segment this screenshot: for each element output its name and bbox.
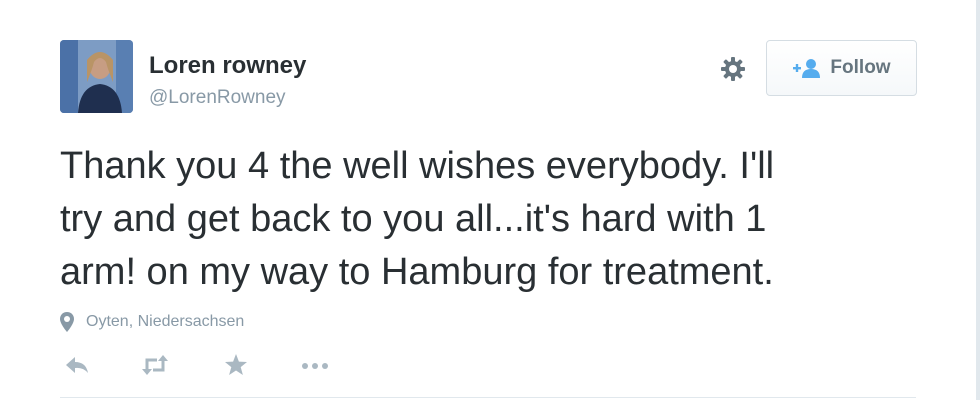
retweet-icon[interactable] xyxy=(140,350,170,380)
location-text: Oyten, Niedersachsen xyxy=(86,313,245,330)
user-handle[interactable]: @LorenRowney xyxy=(149,86,286,110)
follow-label: Follow xyxy=(830,57,891,78)
gear-icon[interactable] xyxy=(718,54,748,84)
add-user-icon xyxy=(793,59,821,78)
tweet-location[interactable]: Oyten, Niedersachsen xyxy=(60,312,244,332)
reply-icon[interactable] xyxy=(64,350,90,380)
map-pin-icon xyxy=(60,312,74,332)
tweet-text-line: arm! on my way to Hamburg for treatment. xyxy=(60,251,774,293)
tweet-card: Loren rowney @LorenRowney Follow Thank y… xyxy=(0,0,976,400)
scrollbar-edge xyxy=(976,0,980,400)
star-icon[interactable] xyxy=(224,350,248,380)
tweet-text-line: try and get back to you all...it's hard … xyxy=(60,198,767,240)
divider xyxy=(60,397,916,398)
more-dots-icon[interactable] xyxy=(300,350,330,380)
avatar-image xyxy=(60,40,133,113)
avatar[interactable] xyxy=(60,40,133,113)
follow-button[interactable]: Follow xyxy=(766,40,917,96)
user-display-name[interactable]: Loren rowney xyxy=(149,52,306,80)
tweet-text-line: Thank you 4 the well wishes everybody. I… xyxy=(60,145,775,187)
tweet-text: Thank you 4 the well wishes everybody. I… xyxy=(60,140,940,299)
